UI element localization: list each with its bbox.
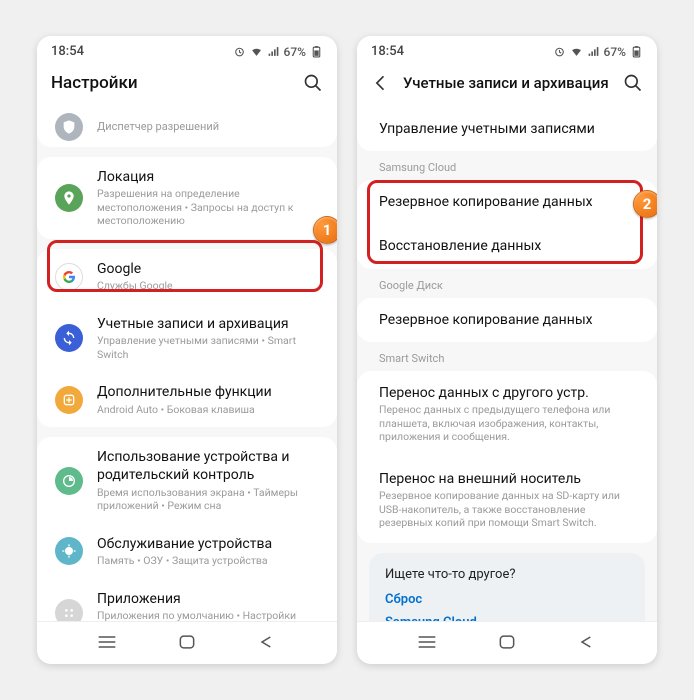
item-sub: Время использования экрана • Таймеры при… bbox=[97, 486, 319, 513]
statusbar: 18:54 67% bbox=[37, 36, 337, 63]
wifi-icon bbox=[250, 45, 263, 58]
device-care-icon bbox=[55, 537, 83, 565]
wifi-icon bbox=[570, 45, 583, 58]
item-title: Перенос данных с другого устр. bbox=[379, 384, 635, 402]
header: Настройки bbox=[37, 63, 337, 107]
back-button[interactable] bbox=[577, 634, 597, 650]
google-icon bbox=[55, 263, 83, 291]
link-reset[interactable]: Сброс bbox=[385, 592, 629, 607]
phone-accounts-backup: 18:54 67% Учетные записи и архивация Упр… bbox=[357, 36, 657, 664]
item-title: Обслуживание устройства bbox=[97, 535, 319, 553]
section-google-drive: Google Диск bbox=[357, 269, 657, 298]
row-restore-data[interactable]: Восстановление данных bbox=[357, 224, 657, 268]
recents-button[interactable] bbox=[97, 634, 117, 650]
wellbeing-icon bbox=[55, 467, 83, 495]
item-sub: Диспетчер разрешений bbox=[97, 120, 319, 134]
page-title: Учетные записи и архивация bbox=[403, 74, 611, 92]
list-item-accounts-backup[interactable]: Учетные записи и архивация Управление уч… bbox=[37, 304, 337, 372]
search-icon[interactable] bbox=[303, 73, 323, 93]
item-title: Резервное копирование данных bbox=[379, 311, 635, 329]
item-title: Использование устройства и родительский … bbox=[97, 448, 319, 484]
item-title: Локация bbox=[97, 168, 319, 186]
phone-settings-main: 18:54 67% Настройки Диспетчер разрешений bbox=[37, 36, 337, 664]
item-title: Резервное копирование данных bbox=[379, 193, 635, 211]
list-item-apps[interactable]: Приложения Приложения по умолчанию • Нас… bbox=[37, 579, 337, 621]
item-sub: Управление учетными записями • Smart Swi… bbox=[97, 334, 319, 361]
alarm-icon bbox=[233, 45, 246, 58]
shield-icon bbox=[55, 113, 83, 141]
list-item-wellbeing[interactable]: Использование устройства и родительский … bbox=[37, 437, 337, 524]
list-item-permissions[interactable]: Диспетчер разрешений bbox=[37, 107, 337, 147]
item-sub: Службы Google bbox=[97, 279, 319, 293]
row-transfer-external[interactable]: Перенос на внешний носитель Резервное ко… bbox=[357, 457, 657, 543]
settings-list: Диспетчер разрешений Локация Разрешения … bbox=[37, 107, 337, 621]
navbar bbox=[37, 621, 337, 664]
alarm-icon bbox=[553, 45, 566, 58]
statusbar: 18:54 67% bbox=[357, 36, 657, 63]
status-icons: 67% bbox=[553, 45, 643, 59]
accounts-list: Управление учетными записями Samsung Clo… bbox=[357, 107, 657, 621]
list-item-device-care[interactable]: Обслуживание устройства Память • ОЗУ • З… bbox=[37, 524, 337, 579]
item-title: Перенос на внешний носитель bbox=[379, 470, 635, 488]
item-sub: Разрешения на определение местоположения… bbox=[97, 187, 319, 228]
item-title: Учетные записи и архивация bbox=[97, 315, 319, 333]
location-icon bbox=[55, 184, 83, 212]
item-title: Восстановление данных bbox=[379, 237, 635, 255]
item-title: Google bbox=[97, 260, 319, 278]
signal-icon bbox=[587, 45, 600, 58]
item-title: Дополнительные функции bbox=[97, 383, 319, 401]
looking-for-question: Ищете что-то другое? bbox=[385, 567, 629, 582]
signal-icon bbox=[267, 45, 280, 58]
item-sub: Приложения по умолчанию • Настройки прил… bbox=[97, 609, 319, 621]
item-sub: Перенос данных с предыдущего телефона ил… bbox=[379, 403, 635, 444]
list-item-advanced[interactable]: Дополнительные функции Android Auto • Бо… bbox=[37, 372, 337, 427]
sync-icon bbox=[55, 324, 83, 352]
search-icon[interactable] bbox=[623, 73, 643, 93]
row-backup-data-gd[interactable]: Резервное копирование данных bbox=[357, 298, 657, 342]
list-item-location[interactable]: Локация Разрешения на определение местоп… bbox=[37, 157, 337, 239]
step-badge-1: 1 bbox=[313, 216, 337, 244]
item-title: Управление учетными записями bbox=[379, 120, 635, 138]
battery-icon bbox=[310, 45, 323, 58]
navbar bbox=[357, 621, 657, 664]
home-button[interactable] bbox=[177, 634, 197, 650]
status-time: 18:54 bbox=[371, 44, 404, 59]
status-icons: 67% bbox=[233, 45, 323, 59]
row-transfer-from-device[interactable]: Перенос данных с другого устр. Перенос д… bbox=[357, 371, 657, 457]
section-smart-switch: Smart Switch bbox=[357, 342, 657, 371]
battery-text: 67% bbox=[604, 45, 626, 59]
item-sub: Память • ОЗУ • Защита устройства bbox=[97, 554, 319, 568]
back-icon[interactable] bbox=[371, 73, 391, 93]
back-button[interactable] bbox=[257, 634, 277, 650]
section-samsung-cloud: Samsung Cloud bbox=[357, 151, 657, 180]
item-title: Приложения bbox=[97, 590, 319, 608]
list-item-google[interactable]: Google Службы Google bbox=[37, 249, 337, 304]
item-sub: Android Auto • Боковая клавиша bbox=[97, 403, 319, 417]
header: Учетные записи и архивация bbox=[357, 63, 657, 107]
row-backup-data-sc[interactable]: Резервное копирование данных bbox=[357, 180, 657, 224]
plus-icon bbox=[55, 386, 83, 414]
item-sub: Резервное копирование данных на SD-карту… bbox=[379, 489, 635, 530]
row-manage-accounts[interactable]: Управление учетными записями bbox=[357, 107, 657, 151]
home-button[interactable] bbox=[497, 634, 517, 650]
battery-icon bbox=[630, 45, 643, 58]
apps-icon bbox=[55, 599, 83, 621]
battery-text: 67% bbox=[284, 45, 306, 59]
recents-button[interactable] bbox=[417, 634, 437, 650]
looking-for-box: Ищете что-то другое? Сброс Samsung Cloud bbox=[369, 553, 645, 621]
page-title: Настройки bbox=[51, 73, 291, 93]
status-time: 18:54 bbox=[51, 44, 84, 59]
step-badge-2: 2 bbox=[633, 190, 657, 218]
